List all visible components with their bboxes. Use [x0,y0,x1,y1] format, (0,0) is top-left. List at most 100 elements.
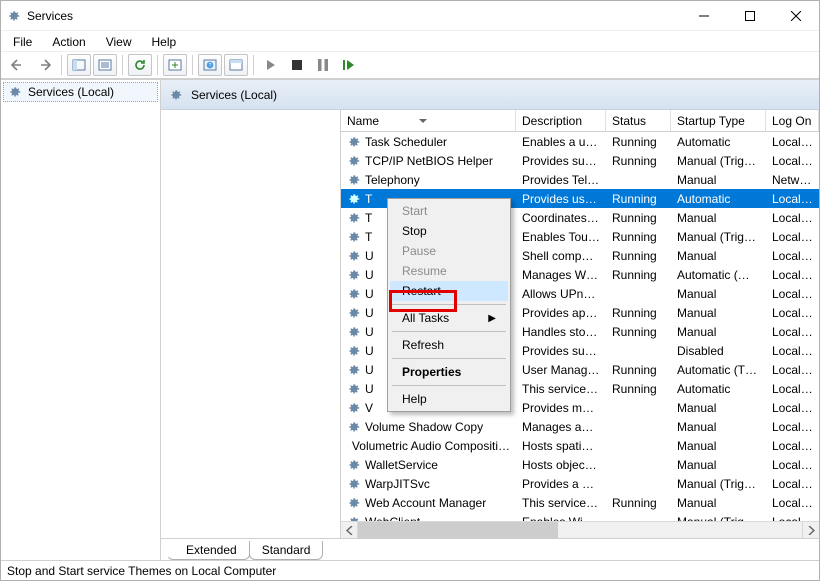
cell-description: Coordinates… [516,211,606,225]
pause-service-button[interactable] [311,54,335,76]
cell-description: This service … [516,496,606,510]
table-row[interactable]: Volume Shadow CopyManages an…ManualLocal… [341,417,819,436]
gear-icon [347,325,361,339]
scroll-thumb[interactable] [358,522,558,538]
cell-description: Handles sto… [516,325,606,339]
close-button[interactable] [773,1,819,31]
ctx-all-tasks[interactable]: All Tasks▶ [390,308,508,328]
grid-horizontal-scrollbar[interactable] [341,521,819,538]
gear-icon [169,88,183,102]
gear-icon [347,363,361,377]
column-logon[interactable]: Log On [766,110,819,131]
cell-logon: Local Sy [766,363,819,377]
menu-view[interactable]: View [98,33,140,51]
gear-icon [347,306,361,320]
table-row[interactable]: Task SchedulerEnables a us…RunningAutoma… [341,132,819,151]
start-service-button[interactable] [259,54,283,76]
column-startup[interactable]: Startup Type [671,110,766,131]
table-row[interactable]: Web Account ManagerThis service …Running… [341,493,819,512]
maximize-button[interactable] [727,1,773,31]
left-tree[interactable]: Services (Local) [1,80,161,560]
cell-name: Volumetric Audio Compositi… [341,439,516,453]
gear-icon [347,458,361,472]
cell-logon: Local Sy [766,458,819,472]
cell-description: Provides us… [516,192,606,206]
cell-startup: Manual [671,287,766,301]
table-row[interactable]: TelephonyProvides Tel…ManualNetwork [341,170,819,189]
view-tabs: Extended Standard [161,538,819,560]
ctx-refresh[interactable]: Refresh [390,335,508,355]
tree-node-services-local[interactable]: Services (Local) [3,82,158,102]
nav-forward-button[interactable] [32,54,56,76]
cell-logon: Local Se [766,439,819,453]
nav-back-button[interactable] [6,54,30,76]
toolbar: ? [1,51,819,79]
sort-indicator-icon [383,117,463,125]
title-bar: Services [1,1,819,31]
scroll-right-button[interactable] [802,522,819,538]
scroll-track[interactable] [358,522,802,538]
menu-bar: File Action View Help [1,31,819,51]
cell-name: TCP/IP NetBIOS Helper [341,154,516,168]
cell-status: Running [606,230,671,244]
scroll-left-button[interactable] [341,522,358,538]
show-hide-tree-button[interactable] [67,54,91,76]
cell-name: Volume Shadow Copy [341,420,516,434]
restart-service-button[interactable] [337,54,361,76]
cell-description: Hosts objec… [516,458,606,472]
status-bar: Stop and Start service Themes on Local C… [1,560,819,580]
ctx-start[interactable]: Start [390,201,508,221]
help-button[interactable]: ? [198,54,222,76]
tab-standard[interactable]: Standard [249,541,324,560]
table-row[interactable]: WarpJITSvcProvides a JI…Manual (Trig…Loc… [341,474,819,493]
cell-description: Allows UPn… [516,287,606,301]
service-context-menu[interactable]: Start Stop Pause Resume Restart All Task… [387,198,511,412]
tab-extended[interactable]: Extended [167,541,250,560]
cell-startup: Manual [671,439,766,453]
ctx-stop[interactable]: Stop [390,221,508,241]
cell-name: Web Account Manager [341,496,516,510]
cell-startup: Automatic (… [671,268,766,282]
table-row[interactable]: Volumetric Audio Compositi…Hosts spatia…… [341,436,819,455]
table-row[interactable]: WebClientEnables Win…Manual (Trig…Local … [341,512,819,521]
grid-header[interactable]: Name Description Status Startup Type Log… [341,110,819,132]
ctx-resume[interactable]: Resume [390,261,508,281]
refresh-button[interactable] [128,54,152,76]
cell-logon: Network [766,173,819,187]
export-list-button[interactable] [163,54,187,76]
minimize-button[interactable] [681,1,727,31]
cell-description: User Manag… [516,363,606,377]
cell-logon: Local Sy [766,382,819,396]
table-row[interactable]: TCP/IP NetBIOS HelperProvides su…Running… [341,151,819,170]
cell-startup: Automatic (T… [671,363,766,377]
ctx-separator [392,385,506,386]
cell-startup: Manual (Trig… [671,477,766,491]
cell-startup: Manual [671,496,766,510]
menu-file[interactable]: File [5,33,40,51]
column-name[interactable]: Name [341,110,516,131]
ctx-restart[interactable]: Restart [390,281,508,301]
cell-description: Provides m… [516,401,606,415]
cell-name: Telephony [341,173,516,187]
cell-status: Running [606,249,671,263]
ctx-properties[interactable]: Properties [390,362,508,382]
gear-icon [347,344,361,358]
ctx-pause[interactable]: Pause [390,241,508,261]
gear-icon [347,154,361,168]
column-status[interactable]: Status [606,110,671,131]
cell-logon: Local Sy [766,192,819,206]
ctx-help[interactable]: Help [390,389,508,409]
cell-logon: Local Sy [766,420,819,434]
menu-help[interactable]: Help [144,33,185,51]
stop-service-button[interactable] [285,54,309,76]
table-row[interactable]: WalletServiceHosts objec…ManualLocal Sy [341,455,819,474]
console-props-button[interactable] [224,54,248,76]
properties-button[interactable] [93,54,117,76]
cell-startup: Manual (Trig… [671,154,766,168]
gear-icon [347,192,361,206]
column-description[interactable]: Description [516,110,606,131]
submenu-arrow-icon: ▶ [488,313,496,324]
menu-action[interactable]: Action [44,33,93,51]
cell-startup: Manual [671,325,766,339]
cell-startup: Manual [671,249,766,263]
